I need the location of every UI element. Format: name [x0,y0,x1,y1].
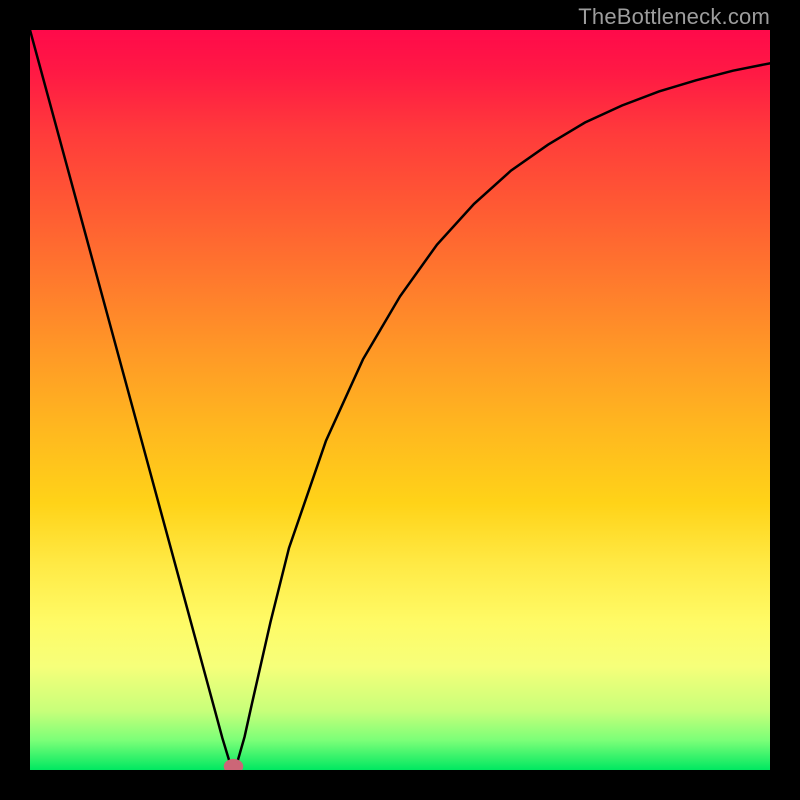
plot-area [30,30,770,770]
curve-left-branch [30,30,234,770]
curve-svg [30,30,770,770]
curve-right-branch [234,63,771,770]
watermark-text: TheBottleneck.com [578,4,770,30]
vertex-marker [224,759,244,770]
chart-frame: TheBottleneck.com [0,0,800,800]
